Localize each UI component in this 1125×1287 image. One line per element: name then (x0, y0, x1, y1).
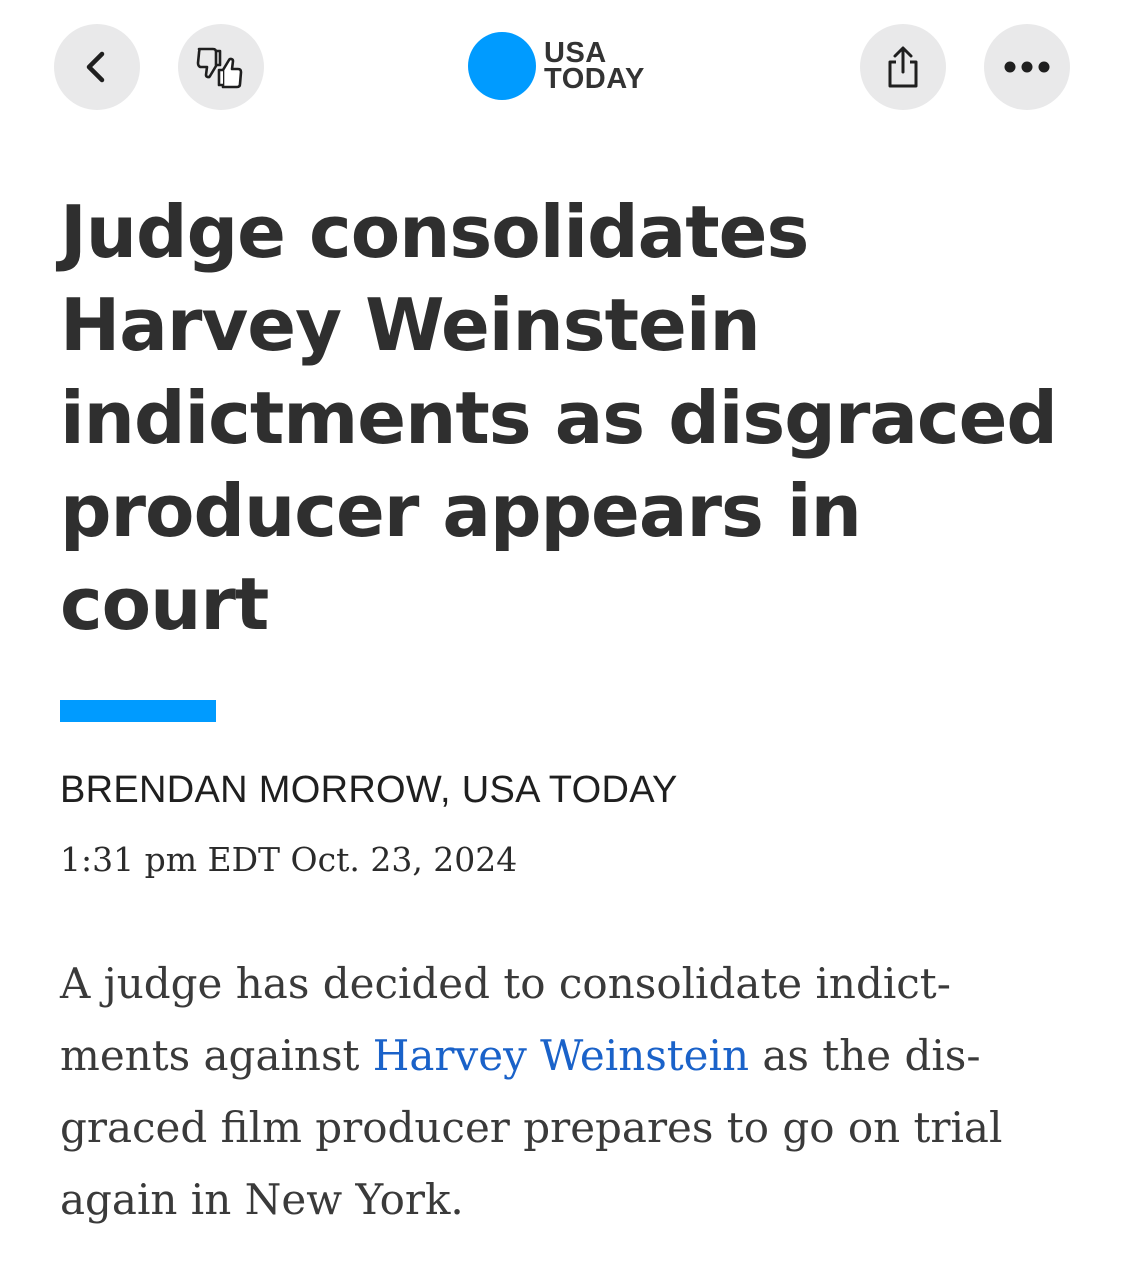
logo-wordmark: USA TODAY (544, 39, 645, 95)
top-navigation-bar: USA TODAY (0, 0, 1125, 130)
article-body-paragraph: A judge has decided to consolidate indic… (60, 948, 1070, 1236)
logo-dot (468, 32, 536, 100)
body-line-1: A judge has decided to consolidate indic… (60, 959, 951, 1008)
reactions-button[interactable] (178, 24, 264, 110)
back-button[interactable] (54, 24, 140, 110)
more-options-button[interactable] (984, 24, 1070, 110)
usa-today-logo: USA TODAY (468, 32, 645, 100)
body-line-2: ments against Harvey Weinstein as the di… (60, 1020, 1070, 1092)
body-line-2-end: as the dis- (749, 1031, 981, 1080)
body-line-3: graced film producer prepares to go on t… (60, 1103, 1003, 1152)
share-icon (888, 46, 918, 88)
ellipsis-icon (1004, 61, 1050, 73)
headline-accent-bar (60, 700, 216, 722)
body-line-2-start: ments against (60, 1031, 373, 1080)
thumbs-up-down-icon (196, 47, 243, 89)
share-button[interactable] (860, 24, 946, 110)
article-dateline: 1:31 pm EDT Oct. 23, 2024 (60, 840, 518, 879)
body-line-4: again in New York. (60, 1175, 464, 1224)
article-headline: Judge consolidates Harvey Weinstein indi… (60, 190, 1058, 646)
harvey-weinstein-link[interactable]: Harvey Weinstein (373, 1031, 749, 1080)
article-byline: BRENDAN MORROW, USA TODAY (60, 769, 678, 811)
logo-line-today: TODAY (544, 63, 645, 95)
chevron-left-icon (86, 51, 105, 83)
